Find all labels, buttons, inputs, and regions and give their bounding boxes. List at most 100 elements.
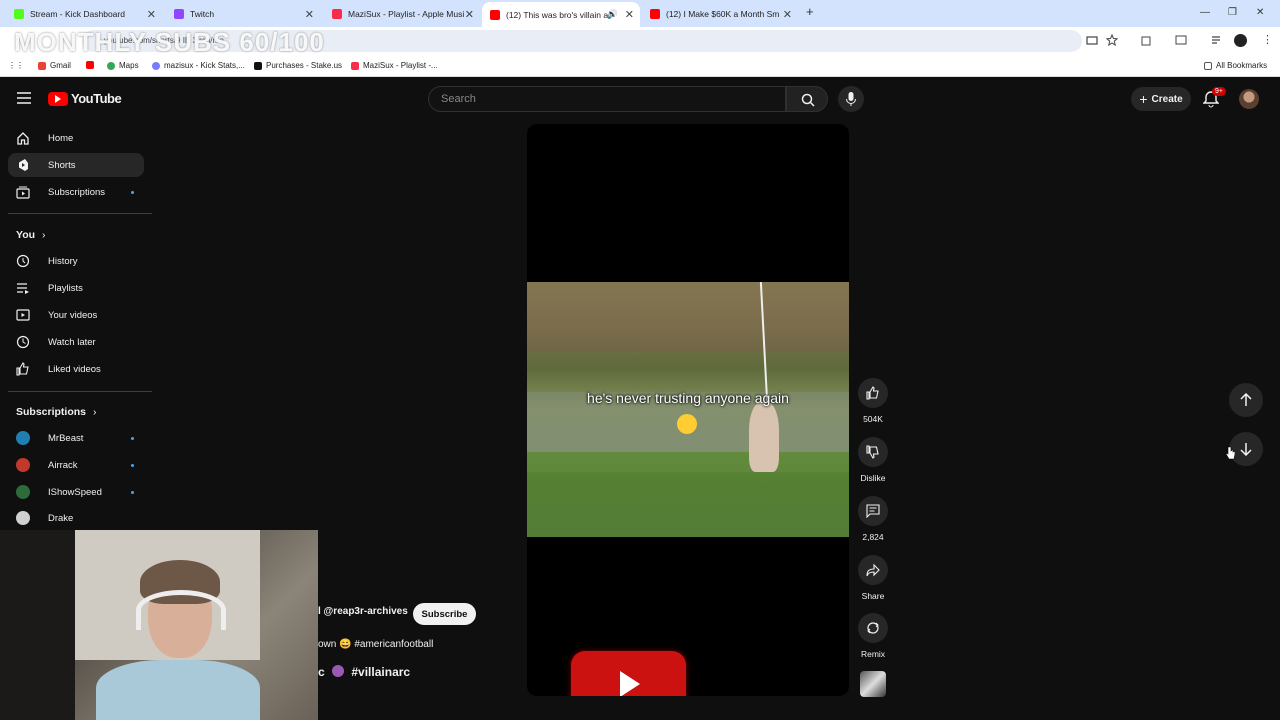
sidebar-item-home[interactable]: Home	[8, 126, 144, 150]
minimize-icon[interactable]: —	[1200, 7, 1210, 18]
gmail-icon	[38, 61, 46, 70]
bookmark-gmail[interactable]: Gmail	[38, 61, 71, 70]
shorts-player[interactable]: he's never trusting anyone again	[527, 124, 849, 696]
bookmark-playlist[interactable]: MaziSux - Playlist -...	[351, 61, 438, 70]
dislike-action[interactable]: Dislike	[858, 437, 888, 483]
thumbs-up-icon	[866, 386, 879, 400]
bookmark-youtube[interactable]	[86, 61, 94, 69]
sidebar-divider	[8, 213, 152, 214]
webcam-shirt	[96, 660, 260, 720]
youtube-icon	[86, 61, 94, 69]
comments-action[interactable]: 2,824	[858, 496, 888, 542]
close-icon[interactable]: ✕	[783, 8, 792, 21]
clock-icon	[16, 335, 30, 349]
install-icon[interactable]	[1086, 35, 1098, 47]
short-description: own 😄 #americanfootball	[318, 639, 434, 650]
video-caption: he's never trusting anyone again	[587, 390, 789, 406]
youtube-play-icon	[48, 91, 68, 106]
close-icon[interactable]: ✕	[465, 8, 474, 21]
share-button[interactable]	[858, 555, 888, 585]
subscribe-button[interactable]: Subscribe	[413, 603, 476, 625]
create-button[interactable]: + Create	[1131, 87, 1191, 111]
sidebar-item-label: Airrack	[48, 459, 78, 471]
sidebar-item-label: Your videos	[48, 309, 98, 321]
apps-icon[interactable]: ⋮⋮	[8, 61, 24, 70]
tab-kick-dashboard[interactable]: Stream - Kick Dashboard ✕	[6, 3, 162, 25]
bookmark-label: Maps	[119, 61, 139, 70]
sidebar-item-label: History	[48, 255, 78, 267]
tab-twitch[interactable]: Twitch ✕	[166, 3, 320, 25]
bookmark-maps[interactable]: Maps	[107, 61, 139, 70]
tab-youtube-2[interactable]: (12) I Make $60K a Month Sm ✕	[642, 3, 798, 25]
sidebar-item-liked-videos[interactable]: Liked videos	[8, 357, 144, 381]
sidebar-sub-drake[interactable]: Drake	[8, 506, 144, 530]
sidebar-sub-ishowspeed[interactable]: IShowSpeed	[8, 480, 144, 504]
new-tab-icon[interactable]: +	[806, 4, 814, 19]
tab-apple-music[interactable]: MaziSux - Playlist - Apple Musi ✕	[324, 3, 480, 25]
bookmark-stake[interactable]: Purchases - Stake.us	[254, 61, 342, 70]
menu-dots-icon[interactable]: ⋮	[1262, 33, 1273, 46]
account-avatar[interactable]	[1239, 89, 1259, 109]
close-icon[interactable]: ✕	[625, 8, 634, 21]
hashtag-link[interactable]: #villainarc	[351, 665, 410, 679]
comment-icon	[866, 504, 880, 518]
headset-icon	[136, 590, 226, 630]
search-input[interactable]: Search	[428, 86, 786, 112]
tab-label: (12) I Make $60K a Month Sm	[666, 9, 780, 19]
like-action[interactable]: 504K	[858, 378, 888, 424]
sidebar-you-header[interactable]: You ›	[16, 229, 45, 241]
browser-tab-bar: Stream - Kick Dashboard ✕ Twitch ✕ MaziS…	[0, 0, 1280, 27]
previous-short-button[interactable]	[1229, 383, 1263, 417]
sidebar-item-history[interactable]: History	[8, 249, 144, 273]
dislike-label: Dislike	[860, 473, 886, 483]
sidebar-subscriptions-header[interactable]: Subscriptions ›	[16, 406, 96, 418]
cast-icon[interactable]	[1175, 34, 1187, 46]
sidebar-sub-airrack[interactable]: Airrack	[8, 453, 144, 477]
channel-handle[interactable]: l @reap3r-archives	[318, 606, 408, 617]
short-hashtags: c #villainarc	[318, 665, 410, 679]
sidebar-item-watch-later[interactable]: Watch later	[8, 330, 144, 354]
sidebar-item-label: Watch later	[48, 336, 96, 348]
sidebar-item-label: Shorts	[48, 159, 76, 171]
window-close-icon[interactable]: ✕	[1256, 7, 1264, 18]
remix-button[interactable]	[858, 613, 888, 643]
dislike-button[interactable]	[858, 437, 888, 467]
like-button[interactable]	[858, 378, 888, 408]
youtube-icon	[490, 9, 500, 20]
close-icon[interactable]: ✕	[305, 8, 314, 21]
all-bookmarks[interactable]: All Bookmarks	[1204, 61, 1267, 70]
notifications-button[interactable]: 9+	[1202, 87, 1226, 113]
playlists-icon	[16, 281, 30, 295]
video-frame[interactable]: he's never trusting anyone again	[527, 282, 849, 537]
maximize-icon[interactable]: ❐	[1228, 7, 1237, 18]
media-icon[interactable]	[1211, 34, 1223, 46]
hamburger-menu-icon[interactable]	[17, 92, 31, 104]
sidebar-item-playlists[interactable]: Playlists	[8, 276, 144, 300]
apple-music-icon	[332, 9, 342, 19]
youtube-logo[interactable]: YouTube	[48, 91, 122, 106]
sound-thumbnail[interactable]	[860, 671, 886, 697]
bookmark-label: All Bookmarks	[1216, 61, 1268, 70]
extensions-icon[interactable]	[1140, 34, 1152, 46]
comment-count: 2,824	[862, 532, 884, 542]
sidebar-sub-mrbeast[interactable]: MrBeast	[8, 426, 144, 450]
speaker-icon[interactable]: 🔊	[607, 9, 618, 20]
new-content-dot	[131, 463, 134, 467]
sidebar-item-shorts[interactable]: Shorts	[8, 153, 144, 177]
bookmark-kick-stats[interactable]: mazisux - Kick Stats,...	[152, 61, 245, 70]
search-placeholder: Search	[441, 93, 476, 105]
webcam-overlay	[0, 530, 318, 720]
comments-button[interactable]	[858, 496, 888, 526]
share-action[interactable]: Share	[858, 555, 888, 601]
avatar	[16, 485, 30, 499]
tab-youtube-active[interactable]: (12) This was bro's villain ar 🔊 ✕	[482, 2, 640, 27]
profile-avatar[interactable]	[1234, 34, 1247, 47]
share-label: Share	[861, 591, 885, 601]
voice-search-button[interactable]	[838, 86, 864, 112]
sidebar-item-your-videos[interactable]: Your videos	[8, 303, 144, 327]
star-icon[interactable]	[1106, 34, 1118, 46]
sidebar-item-subscriptions[interactable]: Subscriptions	[8, 180, 144, 204]
search-button[interactable]	[786, 86, 828, 112]
remix-action[interactable]: Remix	[858, 613, 888, 659]
close-icon[interactable]: ✕	[147, 8, 156, 21]
